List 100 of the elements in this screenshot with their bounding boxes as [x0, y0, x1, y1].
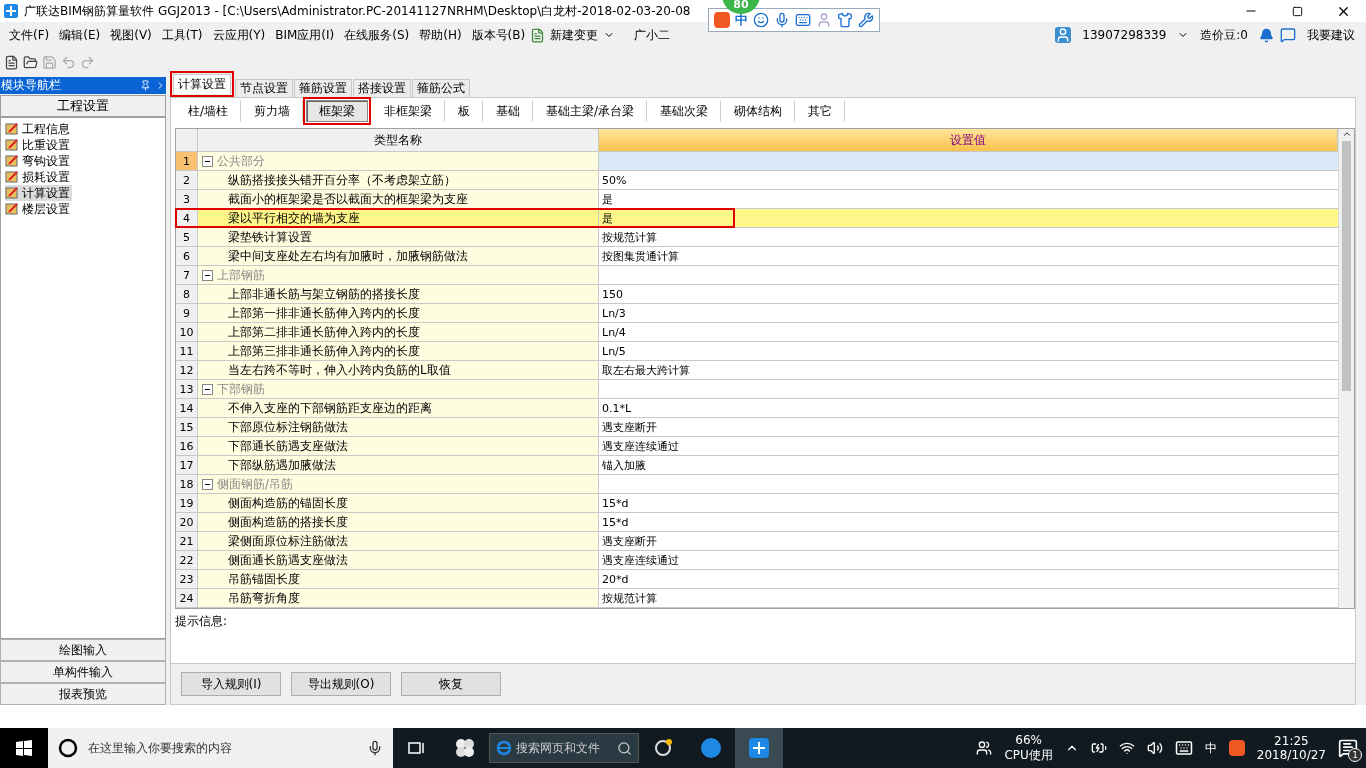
new-file-icon[interactable] [4, 55, 19, 70]
menu-item[interactable]: 广小二 [629, 26, 676, 44]
sidebar-item[interactable]: 损耗设置 [5, 169, 72, 185]
sogou-icon [714, 12, 730, 28]
menu-item[interactable]: 文件(F) [4, 26, 55, 44]
microphone-icon[interactable] [367, 740, 383, 756]
table-cell: 上部第三排非通长筋伸入跨内的长度 [198, 342, 599, 361]
row-number: 15 [176, 418, 198, 437]
tab[interactable]: 基础次梁 [647, 100, 722, 122]
tab[interactable]: 基础主梁/承台梁 [533, 100, 648, 122]
menu-item[interactable]: 视图(V) [105, 26, 157, 44]
menu-item[interactable]: 编辑(E) [54, 26, 106, 44]
keyboard-icon[interactable] [1174, 739, 1193, 757]
app-icon[interactable] [735, 728, 783, 768]
menu-item[interactable]: BIM应用(I) [270, 26, 340, 44]
sidebar-item[interactable]: 计算设置 [5, 185, 72, 201]
wrench-icon[interactable] [858, 12, 874, 28]
battery-icon[interactable] [1090, 740, 1107, 756]
sidebar-item[interactable]: 比重设置 [5, 137, 72, 153]
tab[interactable]: 剪力墙 [241, 100, 304, 122]
table-cell: 吊筋弯折角度 [198, 589, 599, 608]
nav-button[interactable]: 单构件输入 [0, 661, 166, 683]
row-number: 1 [176, 152, 198, 171]
menu-item[interactable]: 新建变更 [545, 26, 604, 44]
account-number[interactable]: 13907298339 [1077, 28, 1172, 42]
ime-mode[interactable]: 中 [735, 11, 748, 29]
maximize-icon[interactable] [1291, 5, 1303, 17]
tab[interactable]: 非框架梁 [371, 100, 446, 122]
action-button[interactable]: 恢复 [401, 672, 501, 696]
people-icon[interactable] [976, 740, 993, 756]
tab[interactable]: 计算设置 [173, 74, 231, 94]
menu-item[interactable]: 在线服务(S) [339, 26, 415, 44]
table-cell: 遇支座连续通过 [599, 551, 1338, 570]
tab[interactable]: 其它 [795, 100, 846, 122]
scrollbar[interactable] [1338, 129, 1354, 608]
collapse-toggle[interactable] [202, 269, 213, 281]
row-number: 7 [176, 266, 198, 285]
tab[interactable]: 箍筋公式 [412, 79, 470, 97]
nav-button[interactable]: 报表预览 [0, 683, 166, 705]
tab[interactable]: 搭接设置 [353, 79, 411, 97]
tab[interactable]: 砌体结构 [721, 100, 796, 122]
table-cell: 侧面通长筋遇支座做法 [198, 551, 599, 570]
pin-icon[interactable] [140, 80, 151, 91]
row-number: 20 [176, 513, 198, 532]
table-cell: 遇支座连续通过 [599, 437, 1338, 456]
menu-item[interactable]: 云应用(Y) [207, 26, 271, 44]
panel-title: 模块导航栏 [1, 77, 62, 94]
header-cell [176, 129, 198, 152]
sidebar-item[interactable]: 楼层设置 [5, 201, 72, 217]
section-header[interactable]: 工程设置 [0, 95, 166, 117]
collapse-toggle[interactable] [202, 155, 213, 167]
collapse-toggle[interactable] [202, 478, 213, 490]
shirt-icon[interactable] [837, 12, 853, 28]
web-search-field[interactable]: 搜索网页和文件 [489, 733, 639, 763]
table-cell: 下部纵筋遇加腋做法 [198, 456, 599, 475]
tab[interactable]: 框架梁 [306, 100, 369, 122]
sidebar-item[interactable]: 工程信息 [5, 121, 72, 137]
table-cell: 纵筋搭接接头错开百分率（不考虑架立筋） [198, 171, 599, 190]
bell-icon[interactable] [1259, 27, 1274, 43]
scroll-up-icon[interactable] [1341, 129, 1352, 139]
tab[interactable]: 板 [445, 100, 484, 122]
row-number: 9 [176, 304, 198, 323]
tab[interactable]: 节点设置 [235, 79, 293, 97]
tab[interactable]: 基础 [483, 100, 534, 122]
menu-item[interactable]: 帮助(H) [414, 26, 467, 44]
volume-icon[interactable] [1146, 740, 1163, 756]
open-folder-icon[interactable] [23, 55, 38, 70]
table-cell: 是 [599, 209, 1338, 228]
menu-item[interactable]: 工具(T) [156, 26, 208, 44]
sidebar-item[interactable]: 弯钩设置 [5, 153, 72, 169]
group-label: 下部钢筋 [217, 380, 265, 398]
user-icon [1055, 27, 1072, 43]
row-number: 8 [176, 285, 198, 304]
clock-date: 2018/10/27 [1256, 748, 1326, 762]
wifi-icon[interactable] [1118, 740, 1135, 756]
sogou-icon[interactable] [1228, 740, 1245, 756]
tab[interactable]: 箍筋设置 [294, 79, 352, 97]
menu-item[interactable]: 版本号(B) [466, 26, 531, 44]
start-icon[interactable] [16, 740, 32, 756]
row-number: 16 [176, 437, 198, 456]
action-button[interactable]: 导出规则(O) [291, 672, 391, 696]
tab[interactable]: 柱/墙柱 [175, 100, 242, 122]
table-cell: 梁垫铁计算设置 [198, 228, 599, 247]
row-number: 12 [176, 361, 198, 380]
clock-time: 21:25 [1274, 734, 1309, 748]
row-number: 13 [176, 380, 198, 399]
input-method[interactable]: 中 [1204, 739, 1217, 757]
microphone-icon[interactable] [774, 12, 790, 28]
collapse-toggle[interactable] [202, 383, 213, 395]
table-cell: 上部非通长筋与架立钢筋的搭接长度 [198, 285, 599, 304]
action-button[interactable]: 导入规则(I) [181, 672, 281, 696]
row-number: 21 [176, 532, 198, 551]
suggest-link[interactable]: 我要建议 [1302, 26, 1360, 44]
row-number: 19 [176, 494, 198, 513]
nav-button[interactable]: 绘图输入 [0, 639, 166, 661]
search-placeholder: 在这里输入你要搜索的内容 [88, 739, 233, 757]
chat-icon[interactable] [1280, 27, 1296, 43]
emoji-icon[interactable] [753, 12, 769, 28]
search-field[interactable]: 在这里输入你要搜索的内容 [48, 728, 393, 768]
table-cell: 侧面构造筋的锚固长度 [198, 494, 599, 513]
